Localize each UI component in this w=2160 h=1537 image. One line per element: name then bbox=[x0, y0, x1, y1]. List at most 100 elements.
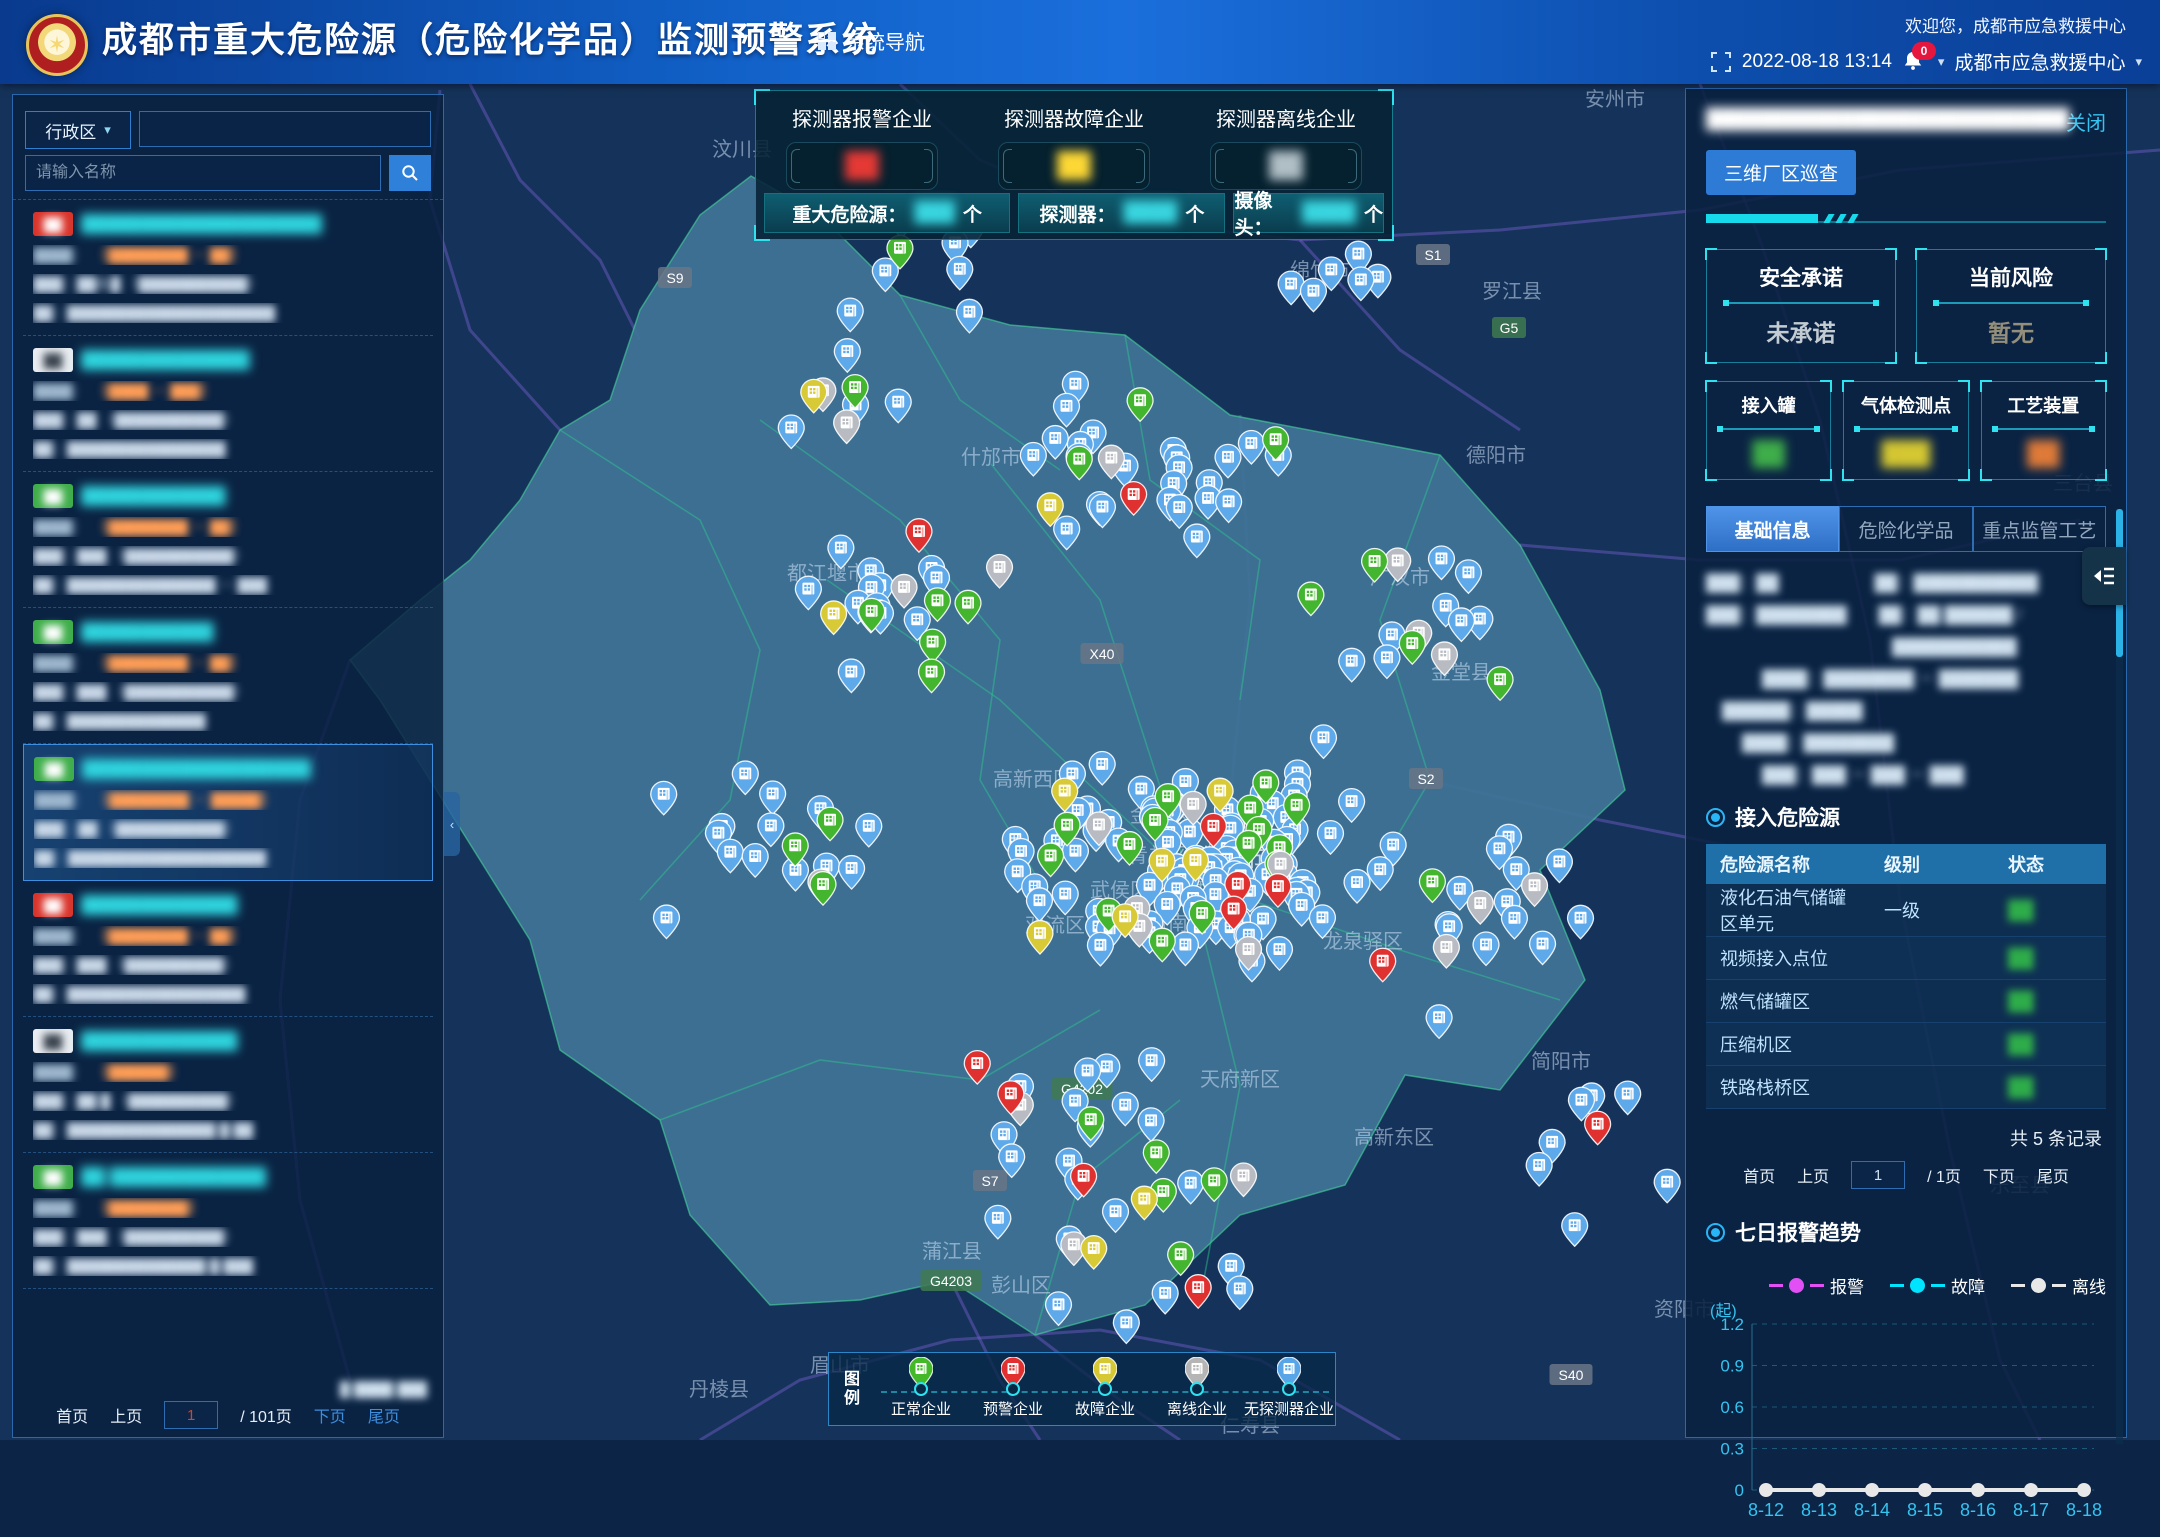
system-nav-button[interactable]: 系统导航 bbox=[818, 26, 925, 55]
facility-stat-box: 气体检测点███ bbox=[1843, 381, 1968, 480]
detector-stat-column: 探测器报警企业██ bbox=[756, 91, 968, 191]
company-address-row: ██：███████████████ － ███ bbox=[33, 575, 423, 595]
tab-重点监管工艺[interactable]: 重点监管工艺 bbox=[1973, 506, 2106, 552]
district-value-input[interactable] bbox=[139, 111, 431, 147]
pager-next[interactable]: 下页 bbox=[314, 1403, 346, 1427]
grid-icon bbox=[818, 32, 836, 50]
company-card[interactable]: ███████████████████：【████████ － ██】███：█… bbox=[23, 881, 433, 1017]
panel-collapse-button[interactable] bbox=[2082, 547, 2126, 605]
trend-legend-label: 离线 bbox=[2072, 1273, 2106, 1298]
pager-first[interactable]: 首页 bbox=[56, 1403, 88, 1427]
map-label: 蒲江县 bbox=[922, 1240, 982, 1263]
company-type-row: ████：【██████】 bbox=[33, 1062, 423, 1082]
trend-chart-legend: 报警 故障 离线 bbox=[1706, 1273, 2106, 1298]
3d-patrol-button[interactable]: 三维厂区巡查 bbox=[1706, 150, 1856, 195]
record-summary: █ ████ ███ bbox=[340, 1381, 427, 1397]
left-panel-collapse-handle[interactable]: ‹ bbox=[444, 792, 460, 856]
company-card[interactable]: ███████████████ ████：【██████】 ███：██ █ （██… bbox=[23, 1017, 433, 1153]
search-button[interactable] bbox=[389, 155, 431, 191]
chevron-down-icon[interactable]: ▾ bbox=[1938, 54, 1945, 70]
page-input[interactable] bbox=[1851, 1161, 1905, 1189]
company-card[interactable]: █████████████████：【████████ － ██】███：███… bbox=[23, 608, 433, 744]
pager-next[interactable]: 下页 bbox=[1983, 1163, 2015, 1187]
company-name: ████████████████████ bbox=[81, 214, 322, 234]
status-badge: ██ bbox=[34, 757, 74, 781]
pager-prev[interactable]: 上页 bbox=[1797, 1163, 1829, 1187]
detail-line: ████：████████ bbox=[1706, 728, 2106, 760]
company-card[interactable]: ██████████████████：【████████ － ██】███：██… bbox=[23, 472, 433, 608]
district-select[interactable]: 行政区 ▾ bbox=[25, 111, 131, 149]
company-card[interactable]: ██████████████████████████：【████████ － █… bbox=[23, 200, 433, 336]
facility-stat-value: ██ bbox=[1986, 440, 2101, 467]
svg-text:X40: X40 bbox=[1090, 646, 1115, 662]
pager-first[interactable]: 首页 bbox=[1743, 1163, 1775, 1187]
company-detail-panel: ███████████████████████████ 关闭 三维厂区巡查 安全… bbox=[1685, 88, 2127, 1438]
counter-cell: 重大危险源：███个 bbox=[764, 193, 1010, 233]
counter-value: ████ bbox=[1302, 202, 1356, 224]
pager-prev[interactable]: 上页 bbox=[110, 1403, 142, 1427]
trend-legend-item[interactable]: 离线 bbox=[2011, 1273, 2106, 1298]
search-input[interactable] bbox=[25, 155, 381, 191]
app-stage: S9S1G5X40S2S7G4202G4203S40 安州市绵竹市罗江县汶川县什… bbox=[0, 0, 2160, 1440]
company-contact-row: ███：███ （██████████） bbox=[33, 955, 423, 975]
facility-stat-label: 接入罐 bbox=[1711, 392, 1826, 418]
pager-last[interactable]: 尾页 bbox=[368, 1403, 400, 1427]
table-row[interactable]: 液化石油气储罐区单元一级██ bbox=[1706, 884, 2106, 937]
svg-text:8-16: 8-16 bbox=[1960, 1500, 1996, 1520]
table-row[interactable]: 压缩机区██ bbox=[1706, 1023, 2106, 1066]
trend-legend-item[interactable]: 故障 bbox=[1890, 1273, 1985, 1298]
status-badge: ██ bbox=[33, 893, 73, 917]
counter-cell: 摄像头：████个 bbox=[1233, 193, 1384, 233]
company-detail-fields: ███：██ ██：██████████████：████████ ██：██ … bbox=[1706, 568, 2106, 792]
table-row[interactable]: 铁路栈桥区██ bbox=[1706, 1066, 2106, 1109]
legend-label: 正常企业 bbox=[891, 1398, 951, 1419]
safety-commitment-label: 安全承诺 bbox=[1717, 262, 1885, 292]
table-header: 危险源名称 bbox=[1706, 844, 1870, 884]
company-contact-row: ███：██名█ （███████████） bbox=[33, 274, 423, 294]
company-card[interactable]: █████████████████████████：【████████ － ██… bbox=[23, 744, 433, 881]
svg-text:S40: S40 bbox=[1559, 1367, 1584, 1383]
company-card[interactable]: ████████████████████：【████ － ███】███：██ … bbox=[23, 336, 433, 472]
notification-bell-icon[interactable]: 0 bbox=[1902, 50, 1928, 74]
tab-基础信息[interactable]: 基础信息 bbox=[1706, 506, 1839, 552]
pager-last[interactable]: 尾页 bbox=[2037, 1163, 2069, 1187]
hazard-name: 液化石油气储罐区单元 bbox=[1706, 884, 1870, 937]
trend-chart: (起)1.20.90.60.308-128-138-148-158-168-17… bbox=[1706, 1302, 2106, 1532]
company-card-head: ██████████████ bbox=[33, 484, 423, 508]
map-label: 彭山区 bbox=[991, 1274, 1051, 1297]
trend-legend-item[interactable]: 报警 bbox=[1769, 1273, 1864, 1298]
counter-label: 探测器： bbox=[1039, 200, 1115, 227]
status-badge: ██ bbox=[33, 1165, 73, 1189]
company-card[interactable]: ████ █████████████████：【████████】███：███… bbox=[23, 1153, 433, 1289]
decoration-line bbox=[1706, 211, 2106, 223]
company-type-row: ████：【████████ － ██】 bbox=[33, 653, 423, 673]
company-name: ███████████████████ bbox=[82, 759, 311, 779]
page-input[interactable] bbox=[164, 1401, 218, 1429]
company-card-head: ███████████████ bbox=[33, 1029, 423, 1053]
svg-text:G4203: G4203 bbox=[930, 1273, 972, 1289]
chevron-down-icon[interactable]: ▾ bbox=[2135, 54, 2142, 70]
table-row[interactable]: 燃气储罐区██ bbox=[1706, 980, 2106, 1023]
user-name[interactable]: 成都市应急救援中心 bbox=[1954, 48, 2125, 75]
pager-total: / 1页 bbox=[1927, 1163, 1961, 1187]
svg-text:G5: G5 bbox=[1500, 320, 1519, 336]
company-contact-row: ███：███ （██████████） bbox=[33, 1227, 423, 1247]
close-button[interactable]: 关闭 bbox=[2066, 107, 2106, 136]
svg-text:8-13: 8-13 bbox=[1801, 1500, 1837, 1520]
company-address-row: ██：█████████████████████ bbox=[33, 303, 423, 323]
hazard-status: ██ bbox=[1994, 937, 2106, 980]
svg-text:0: 0 bbox=[1735, 1481, 1744, 1500]
left-panel: 行政区 ▾ ██████████████████████████：【██████… bbox=[12, 94, 444, 1438]
counter-unit: 个 bbox=[1185, 200, 1204, 227]
legend-item: 预警企业 bbox=[967, 1353, 1059, 1425]
hazard-level bbox=[1870, 980, 1994, 1023]
safety-commitment-value: 未承诺 bbox=[1717, 314, 1885, 348]
company-contact-row: ███：██ █ （██████████） bbox=[33, 1091, 423, 1111]
map-label: 天府新区 bbox=[1200, 1068, 1280, 1091]
table-row[interactable]: 视频接入点位██ bbox=[1706, 937, 2106, 980]
status-badge: ██ bbox=[33, 620, 73, 644]
tab-危险化学品[interactable]: 危险化学品 bbox=[1839, 506, 1972, 552]
logo-glyph: ✶ bbox=[48, 32, 66, 58]
company-card-head: ████████████████ bbox=[33, 348, 423, 372]
fullscreen-icon[interactable] bbox=[1710, 51, 1732, 73]
